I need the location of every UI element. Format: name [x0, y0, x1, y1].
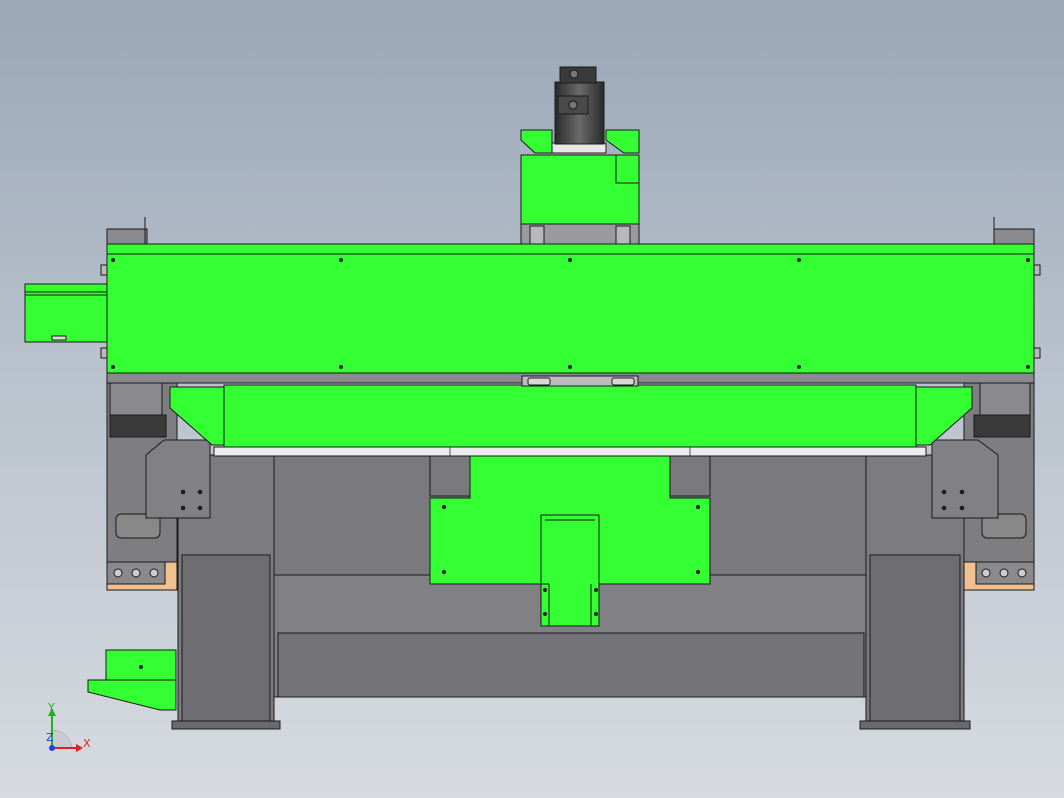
gantry-beam	[100, 243, 1041, 387]
head-left-ear	[520, 129, 553, 154]
left-bolt	[131, 568, 141, 578]
z-axis-dot	[49, 745, 55, 751]
left-frame-dark-band	[109, 414, 167, 438]
y-axis-label: Y	[47, 701, 55, 714]
base-crossbeam-lower	[277, 632, 865, 698]
right-leg-foot	[859, 720, 971, 730]
cnc-router-front-view: Y X Z	[24, 66, 1041, 752]
gantry-main-face	[106, 253, 1035, 374]
right-bolt	[1017, 568, 1027, 578]
head-right-ear	[605, 129, 640, 154]
right-frame-dark-band	[973, 414, 1031, 438]
left-wedge	[169, 386, 225, 446]
left-leg-inner	[181, 554, 271, 724]
left-frame-upper	[109, 381, 163, 416]
left-side-motor-box	[24, 283, 108, 343]
spindle-mount	[540, 514, 600, 627]
left-carriage-plate	[145, 439, 211, 519]
lower-rail-light	[213, 446, 927, 457]
cad-viewport[interactable]: Y X Z	[0, 0, 1064, 798]
left-leg-foot	[171, 720, 281, 730]
z-axis-label: Z	[46, 731, 54, 744]
right-bolt	[999, 568, 1009, 578]
right-bolt	[981, 568, 991, 578]
left-bolt	[113, 568, 123, 578]
z-block-left	[429, 455, 471, 497]
z-block-right	[669, 455, 711, 497]
x-axis-label: X	[83, 737, 91, 750]
right-carriage-plate	[931, 439, 999, 519]
coordinate-triad: Y X Z	[46, 701, 91, 752]
left-bolt	[149, 568, 159, 578]
right-leg-inner	[869, 554, 961, 724]
right-frame-upper	[979, 381, 1031, 416]
gantry-top-strip	[106, 243, 1035, 255]
lower-green-hood	[169, 384, 973, 457]
top-head-assembly	[520, 66, 640, 247]
lower-green-beam	[223, 384, 917, 448]
lower-left-bracket	[87, 649, 177, 711]
